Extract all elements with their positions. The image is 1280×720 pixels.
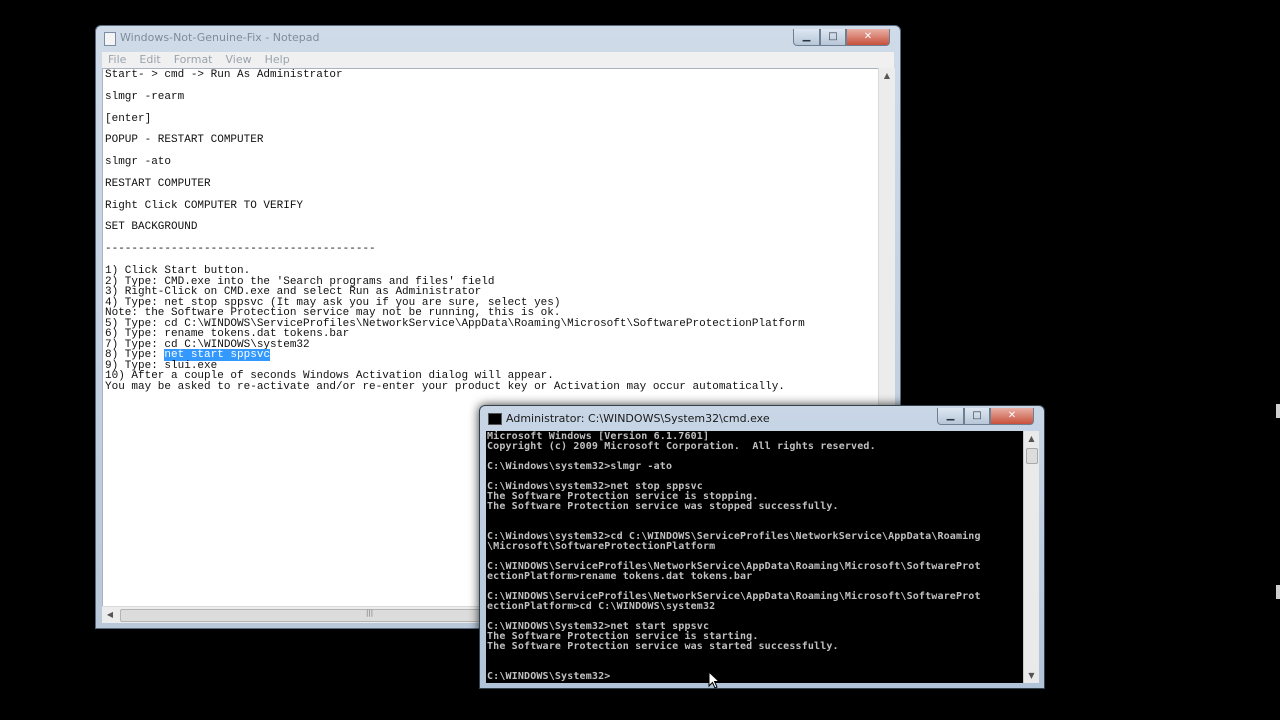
text-line (105, 103, 865, 114)
step-line-8: 8) Type: net start sppsvc (105, 349, 865, 362)
notepad-document: Start- > cmd -> Run As Administrator slm… (105, 70, 865, 392)
cmd-scroll-thumb[interactable] (1026, 448, 1038, 464)
menu-help[interactable]: Help (259, 52, 297, 68)
scroll-down-arrow-icon[interactable]: ▼ (1024, 668, 1039, 683)
step-line: You may be asked to re-activate and/or r… (105, 380, 785, 393)
step-line: 6) Type: rename tokens.dat tokens.bar (105, 328, 350, 341)
notepad-minimize-button[interactable]: ▁ (793, 29, 820, 46)
notepad-maximize-button[interactable]: □ (820, 29, 846, 46)
close-icon: ✕ (1007, 410, 1017, 421)
notepad-caption-buttons: ▁ □ ✕ (793, 29, 890, 47)
text-line: Right Click COMPUTER TO VERIFY (105, 199, 304, 212)
text-line (105, 212, 865, 223)
cmd-app-icon (488, 413, 502, 425)
notepad-window-title: Windows-Not-Genuine-Fix - Notepad (120, 31, 320, 44)
text-line: Start- > cmd -> Run As Administrator (105, 69, 343, 81)
minimize-icon: ▁ (946, 410, 955, 421)
text-line: SET BACKGROUND (105, 221, 198, 234)
step-line: Note: the Software Protection service ma… (105, 307, 561, 320)
text-line (105, 81, 865, 92)
maximize-icon: □ (828, 31, 838, 42)
scroll-up-arrow-icon[interactable]: ▲ (879, 68, 895, 84)
step-line: 10) After a couple of seconds Windows Ac… (105, 370, 554, 383)
console-output: Microsoft Windows [Version 6.1.7601] Cop… (487, 432, 981, 682)
console-line: The Software Protection service was stop… (487, 501, 839, 512)
close-icon: ✕ (863, 31, 873, 42)
console-line: ectionPlatform>cd C:\WINDOWS\system32 (487, 601, 716, 612)
menu-file[interactable]: File (102, 52, 133, 68)
scroll-left-arrow-icon[interactable]: ◀ (102, 607, 118, 623)
cmd-minimize-button[interactable]: ▁ (937, 408, 964, 425)
console-line: ectionPlatform>rename tokens.dat tokens.… (487, 571, 753, 582)
notepad-close-button[interactable]: ✕ (846, 29, 890, 46)
console-prompt: C:\WINDOWS\System32> (487, 671, 611, 682)
cmd-title-bar[interactable]: Administrator: C:\WINDOWS\System32\cmd.e… (486, 408, 1038, 428)
text-line: ----------------------------------------… (105, 243, 376, 256)
screen-edge-mark (1276, 404, 1280, 418)
text-line: slmgr -ato (105, 156, 172, 169)
step-line: 1) Click Start button. (105, 265, 251, 278)
cmd-close-button[interactable]: ✕ (990, 408, 1034, 425)
cmd-maximize-button[interactable]: □ (964, 408, 990, 425)
console-line: Copyright (c) 2009 Microsoft Corporation… (487, 441, 876, 452)
text-line: [enter] (105, 112, 152, 125)
mouse-pointer-icon (708, 671, 720, 689)
menu-edit[interactable]: Edit (133, 52, 167, 68)
cmd-caption-buttons: ▁ □ ✕ (937, 408, 1034, 426)
step-line: 3) Right-Click on CMD.exe and select Run… (105, 286, 482, 299)
text-line (105, 146, 865, 157)
console-line: \Microsoft\SoftwareProtectionPlatform (487, 541, 716, 552)
cmd-console[interactable]: Microsoft Windows [Version 6.1.7601] Cop… (486, 431, 1023, 683)
screen-edge-mark (1276, 585, 1280, 599)
notepad-app-icon (104, 32, 116, 46)
cmd-window[interactable]: Administrator: C:\WINDOWS\System32\cmd.e… (479, 405, 1045, 689)
text-line (105, 168, 865, 179)
scroll-grip-icon: ||| (366, 609, 374, 617)
menu-format[interactable]: Format (168, 52, 220, 68)
menu-view[interactable]: View (220, 52, 259, 68)
text-line: RESTART COMPUTER (105, 177, 211, 190)
minimize-icon: ▁ (802, 31, 811, 42)
notepad-title-bar[interactable]: Windows-Not-Genuine-Fix - Notepad ▁ □ ✕ (102, 29, 894, 47)
text-line: slmgr -rearm (105, 90, 185, 103)
scroll-up-arrow-icon[interactable]: ▲ (1024, 431, 1039, 446)
cmd-window-title: Administrator: C:\WINDOWS\System32\cmd.e… (506, 412, 770, 425)
text-line: POPUP - RESTART COMPUTER (105, 134, 264, 147)
console-line: C:\Windows\system32>slmgr -ato (487, 461, 673, 472)
notepad-menu-bar: File Edit Format View Help (102, 52, 894, 68)
maximize-icon: □ (972, 410, 982, 421)
console-line: The Software Protection service was star… (487, 641, 839, 652)
cmd-vertical-scrollbar[interactable]: ▲ ▼ (1023, 431, 1039, 683)
